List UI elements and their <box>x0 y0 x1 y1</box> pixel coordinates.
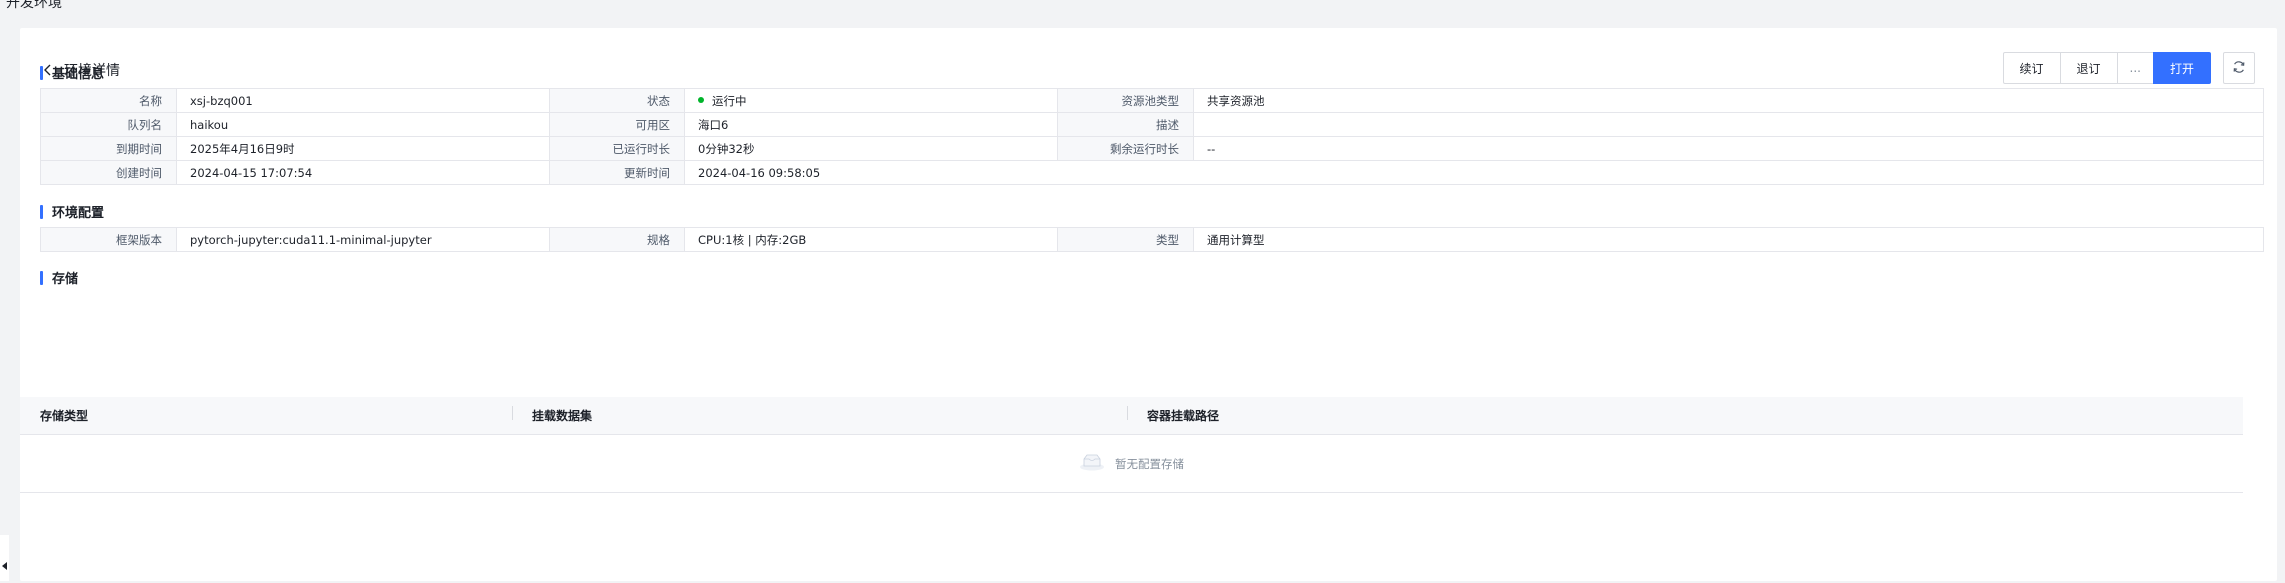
value-remaining-duration: -- <box>1193 136 2264 161</box>
section-storage: 存储 <box>40 268 78 287</box>
table-row: 名称 xsj-bzq001 状态 运行中 资源池类型 共享资源池 <box>40 88 2264 113</box>
value-description <box>1193 112 2264 137</box>
table-row: 队列名 haikou 可用区 海口6 描述 <box>40 112 2264 137</box>
value-status: 运行中 <box>684 88 1058 113</box>
label-updated-time: 更新时间 <box>549 160 685 185</box>
empty-box-icon <box>1079 453 1105 474</box>
label-description: 描述 <box>1057 112 1194 137</box>
value-created-time: 2024-04-15 17:07:54 <box>176 160 550 185</box>
storage-table-header: 存储类型 挂载数据集 容器挂载路径 <box>20 397 2243 435</box>
section-basic-info: 基础信息 <box>40 63 104 82</box>
renew-button[interactable]: 续订 <box>2002 52 2061 84</box>
detail-header: 环境详情 续订 退订 ... 打开 <box>40 50 2255 86</box>
refresh-icon <box>2232 60 2246 77</box>
table-row: 到期时间 2025年4月16日9时 已运行时长 0分钟32秒 剩余运行时长 -- <box>40 136 2264 161</box>
label-name: 名称 <box>40 88 177 113</box>
section-title-storage: 存储 <box>52 272 79 287</box>
detail-card: 环境详情 续订 退订 ... 打开 基础信息 名称 xsj-bzq001 状态 … <box>20 28 2277 581</box>
unsubscribe-button[interactable]: 退订 <box>2059 52 2118 84</box>
basic-info-table: 名称 xsj-bzq001 状态 运行中 资源池类型 共享资源池 队列名 hai… <box>40 88 2264 185</box>
more-button[interactable]: ... <box>2116 52 2154 84</box>
label-created-time: 创建时间 <box>40 160 177 185</box>
value-pool-type: 共享资源池 <box>1193 88 2264 113</box>
value-type: 通用计算型 <box>1193 227 2264 252</box>
sidebar-collapse-toggle[interactable] <box>0 535 9 581</box>
label-framework-version: 框架版本 <box>40 227 177 252</box>
value-queue: haikou <box>176 112 550 137</box>
value-spec: CPU:1核 | 内存:2GB <box>684 227 1058 252</box>
status-text: 运行中 <box>712 93 747 108</box>
label-expire-time: 到期时间 <box>40 136 177 161</box>
page-top-title: 开发环境 <box>6 0 62 11</box>
action-button-group: 续订 退订 ... 打开 <box>2002 52 2211 84</box>
table-row: 创建时间 2024-04-15 17:07:54 更新时间 2024-04-16… <box>40 160 2264 185</box>
label-remaining-duration: 剩余运行时长 <box>1057 136 1194 161</box>
label-status: 状态 <box>549 88 685 113</box>
status-running-dot <box>698 97 704 103</box>
label-pool-type: 资源池类型 <box>1057 88 1194 113</box>
column-header-storage-type: 存储类型 <box>40 409 89 423</box>
empty-text: 暂无配置存储 <box>1115 456 1184 471</box>
label-run-duration: 已运行时长 <box>549 136 685 161</box>
label-type: 类型 <box>1057 227 1194 252</box>
section-title-basic-info: 基础信息 <box>52 67 105 82</box>
column-header-mounted-dataset: 挂载数据集 <box>512 406 1127 424</box>
value-zone: 海口6 <box>684 112 1058 137</box>
storage-table: 存储类型 挂载数据集 容器挂载路径 暂无配置存储 <box>20 397 2243 493</box>
section-accent-bar <box>40 204 43 219</box>
label-queue: 队列名 <box>40 112 177 137</box>
section-accent-bar <box>40 65 43 80</box>
section-accent-bar <box>40 270 43 285</box>
caret-left-icon <box>1 559 8 573</box>
table-row: 框架版本 pytorch-jupyter:cuda11.1-minimal-ju… <box>40 227 2264 252</box>
storage-empty-state: 暂无配置存储 <box>20 435 2243 493</box>
section-title-env-config: 环境配置 <box>52 206 105 221</box>
open-button[interactable]: 打开 <box>2152 52 2211 84</box>
label-zone: 可用区 <box>549 112 685 137</box>
value-updated-time: 2024-04-16 09:58:05 <box>684 160 2264 185</box>
env-config-table: 框架版本 pytorch-jupyter:cuda11.1-minimal-ju… <box>40 227 2264 252</box>
refresh-button[interactable] <box>2223 52 2255 84</box>
value-expire-time: 2025年4月16日9时 <box>176 136 550 161</box>
value-name: xsj-bzq001 <box>176 88 550 113</box>
header-actions: 续订 退订 ... 打开 <box>2002 52 2255 84</box>
value-run-duration: 0分钟32秒 <box>684 136 1058 161</box>
section-env-config: 环境配置 <box>40 202 104 221</box>
column-header-mount-path: 容器挂载路径 <box>1127 406 1219 424</box>
label-spec: 规格 <box>549 227 685 252</box>
value-framework-version: pytorch-jupyter:cuda11.1-minimal-jupyter <box>176 227 550 252</box>
